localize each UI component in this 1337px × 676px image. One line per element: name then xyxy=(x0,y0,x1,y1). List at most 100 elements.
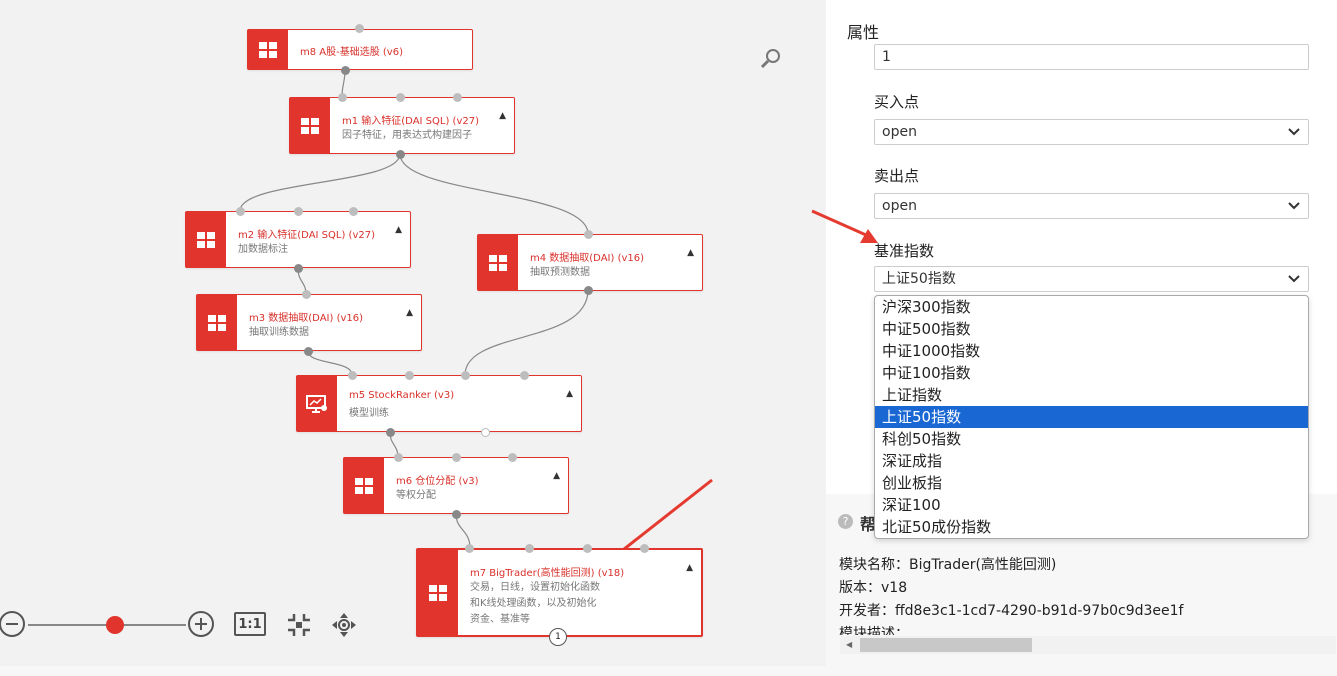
port-out[interactable] xyxy=(341,66,350,75)
port-in[interactable] xyxy=(394,453,403,462)
help-module-name: 模块名称：BigTrader(高性能回测) xyxy=(839,557,1057,573)
port-out[interactable] xyxy=(452,510,461,519)
node-desc-line: 和K线处理函数，以及初始化 xyxy=(470,598,597,609)
port-in[interactable] xyxy=(525,544,534,553)
buy-point-select[interactable]: open xyxy=(874,119,1309,145)
port-in[interactable] xyxy=(452,453,461,462)
port-in[interactable] xyxy=(508,453,517,462)
help-question-icon: ? xyxy=(838,514,853,529)
workflow-canvas[interactable]: m8 A股-基础选股 (v6) m1 输入特征(DAI SQL) (v27) 因… xyxy=(0,0,826,666)
port-out[interactable] xyxy=(584,286,593,295)
port-in[interactable] xyxy=(520,371,529,380)
port-in[interactable] xyxy=(405,371,414,380)
port-in[interactable] xyxy=(355,24,364,33)
scrollbar-thumb[interactable] xyxy=(860,638,1032,652)
chevron-up-icon[interactable]: ▲ xyxy=(395,225,402,235)
port-in[interactable] xyxy=(302,290,311,299)
benchmark-option[interactable]: 科创50指数 xyxy=(875,428,1308,450)
node-count-badge[interactable]: 1 xyxy=(549,628,567,646)
port-in[interactable] xyxy=(453,93,462,102)
chart-board-icon xyxy=(306,394,327,413)
benchmark-option[interactable]: 创业板指 xyxy=(875,472,1308,494)
port-in[interactable] xyxy=(236,207,245,216)
actual-size-button[interactable]: 1:1 xyxy=(234,612,266,636)
node-desc: 加数据标注 xyxy=(238,244,288,255)
port-out[interactable] xyxy=(481,428,490,437)
grid-icon xyxy=(301,117,319,134)
grid-icon xyxy=(259,41,277,58)
port-in[interactable] xyxy=(583,544,592,553)
chevron-up-icon[interactable]: ▲ xyxy=(687,248,694,258)
benchmark-option[interactable]: 深证100 xyxy=(875,494,1308,516)
node-m8[interactable]: m8 A股-基础选股 (v6) xyxy=(247,29,473,70)
zoom-slider-handle[interactable] xyxy=(105,616,124,634)
node-desc: 模型训练 xyxy=(349,408,389,419)
benchmark-option[interactable]: 上证50指数 xyxy=(875,406,1308,428)
node-m5[interactable]: m5 StockRanker (v3) 模型训练 ▲ xyxy=(296,375,582,432)
zoom-out-icon[interactable] xyxy=(0,610,26,638)
chevron-up-icon[interactable]: ▲ xyxy=(553,471,560,481)
benchmark-option[interactable]: 中证1000指数 xyxy=(875,340,1308,362)
benchmark-option[interactable]: 北证50成份指数 xyxy=(875,516,1308,538)
node-title: m3 数据抽取(DAI) (v16) xyxy=(249,313,364,324)
node-desc-line: 资金、基准等 xyxy=(470,614,530,625)
node-title: m2 输入特征(DAI SQL) (v27) xyxy=(238,230,375,241)
port-out[interactable] xyxy=(294,264,303,273)
chevron-down-icon xyxy=(1288,128,1300,136)
grid-icon xyxy=(208,314,226,331)
node-m2[interactable]: m2 输入特征(DAI SQL) (v27) 加数据标注 ▲ xyxy=(185,211,411,268)
edge-m1-m4 xyxy=(399,153,589,235)
node-desc: 抽取预测数据 xyxy=(530,267,590,278)
horizontal-scrollbar[interactable]: ◀ xyxy=(840,636,1336,654)
node-m7[interactable]: m7 BigTrader(高性能回测) (v18) 交易，日线，设置初始化函数 … xyxy=(416,548,703,637)
port-in[interactable] xyxy=(396,93,405,102)
benchmark-select[interactable]: 上证50指数 xyxy=(874,266,1309,292)
benchmark-value: 上证50指数 xyxy=(882,271,956,287)
benchmark-dropdown-list[interactable]: 沪深300指数 中证500指数 中证1000指数 中证100指数 上证指数 上证50指数科… xyxy=(874,295,1309,539)
node-desc: 因子特征，用表达式构建因子 xyxy=(342,130,472,141)
chevron-up-icon[interactable]: ▲ xyxy=(686,563,693,573)
fit-screen-icon[interactable] xyxy=(285,611,313,639)
port-in[interactable] xyxy=(584,230,593,239)
help-version: 版本：v18 xyxy=(839,580,908,596)
chevron-up-icon[interactable]: ▲ xyxy=(406,308,413,318)
pan-move-icon[interactable] xyxy=(330,611,358,639)
node-icon-box xyxy=(197,295,237,350)
node-m6[interactable]: m6 仓位分配 (v3) 等权分配 ▲ xyxy=(343,457,569,514)
port-in[interactable] xyxy=(294,207,303,216)
benchmark-option[interactable]: 中证500指数 xyxy=(875,318,1308,340)
benchmark-option[interactable]: 沪深300指数 xyxy=(875,296,1308,318)
benchmark-option[interactable]: 上证指数 xyxy=(875,384,1308,406)
chevron-down-icon xyxy=(1288,275,1300,283)
port-in[interactable] xyxy=(461,371,470,380)
sell-point-select[interactable]: open xyxy=(874,193,1309,219)
port-out[interactable] xyxy=(304,347,313,356)
node-title: m1 输入特征(DAI SQL) (v27) xyxy=(342,116,479,127)
port-in[interactable] xyxy=(338,93,347,102)
grid-icon xyxy=(197,231,215,248)
port-out[interactable] xyxy=(396,150,405,159)
node-m3[interactable]: m3 数据抽取(DAI) (v16) 抽取训练数据 ▲ xyxy=(196,294,422,351)
port-in[interactable] xyxy=(349,207,358,216)
zoom-toolbar: 1:1 xyxy=(0,608,370,642)
node-title: m7 BigTrader(高性能回测) (v18) xyxy=(470,568,625,579)
port-in[interactable] xyxy=(640,544,649,553)
port-out[interactable] xyxy=(386,428,395,437)
chevron-up-icon[interactable]: ▲ xyxy=(566,389,573,399)
grid-icon xyxy=(429,584,447,601)
param-input[interactable]: 1 xyxy=(874,44,1309,70)
sell-point-label: 卖出点 xyxy=(874,167,920,185)
edge-m6-m7 xyxy=(455,513,471,549)
port-in[interactable] xyxy=(465,544,474,553)
benchmark-option[interactable]: 深证成指 xyxy=(875,450,1308,472)
scroll-left-icon[interactable]: ◀ xyxy=(846,640,852,649)
node-m4[interactable]: m4 数据抽取(DAI) (v16) 抽取预测数据 ▲ xyxy=(477,234,703,291)
node-m1[interactable]: m1 输入特征(DAI SQL) (v27) 因子特征，用表达式构建因子 ▲ xyxy=(289,97,515,154)
chevron-down-icon xyxy=(1288,202,1300,210)
node-icon-box xyxy=(248,30,288,69)
benchmark-option[interactable]: 中证100指数 xyxy=(875,362,1308,384)
search-icon[interactable] xyxy=(758,46,784,72)
chevron-up-icon[interactable]: ▲ xyxy=(499,111,506,121)
port-in[interactable] xyxy=(348,371,357,380)
zoom-in-icon[interactable] xyxy=(187,610,215,638)
